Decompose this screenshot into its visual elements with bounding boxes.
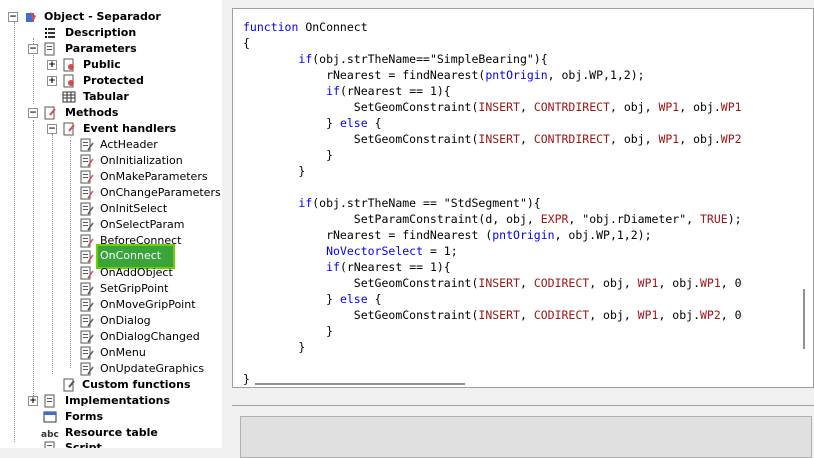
event-script-icon [80, 314, 94, 328]
event-script-icon [80, 186, 94, 200]
event-script-icon [80, 266, 94, 280]
implementations-icon [44, 394, 55, 408]
code-line: SetGeomConstraint(INSERT, CONTRDIRECT, o… [243, 100, 742, 114]
custom-functions-icon [63, 378, 75, 392]
event-script-icon [80, 234, 94, 248]
code-line: } [243, 340, 306, 354]
code-line: SetGeomConstraint(INSERT, CODIRECT, obj,… [243, 276, 742, 290]
code-line: rNearest = findNearest (pntOrigin, obj.W… [243, 228, 652, 242]
event-handlers-icon [63, 122, 75, 136]
parameters-icon [44, 42, 55, 56]
event-script-icon [80, 154, 94, 168]
code-line: } [243, 148, 334, 162]
code-line: SetGeomConstraint(INSERT, CONTRDIRECT, o… [243, 132, 742, 146]
event-script-icon [80, 170, 94, 184]
code-line: if(rNearest == 1){ [326, 84, 451, 98]
bottom-panel [232, 405, 814, 458]
event-script-icon [80, 330, 94, 344]
code-line: } else { [243, 292, 382, 306]
vertical-splitter[interactable] [222, 0, 232, 448]
protected-icon [63, 74, 74, 88]
code-line: if(obj.strTheName == "StdSegment"){ [298, 196, 541, 210]
script-icon [44, 441, 55, 448]
event-script-icon [80, 346, 94, 360]
forms-icon [43, 411, 57, 423]
methods-icon [44, 106, 56, 120]
expand-toggle[interactable]: + [47, 76, 57, 86]
collapse-toggle[interactable]: − [28, 108, 38, 118]
expand-toggle[interactable]: + [28, 396, 38, 406]
event-script-icon [80, 362, 94, 376]
vertical-scrollbar[interactable] [803, 289, 805, 349]
code-line: if(rNearest == 1){ [326, 260, 451, 274]
code-editor[interactable]: function OnConnect { if(obj.strTheName=="… [232, 8, 814, 388]
event-script-icon [80, 282, 94, 296]
code-line: rNearest = findNearest(pntOrigin, obj.WP… [243, 68, 645, 82]
svg-text:abc: abc [41, 430, 59, 440]
abc-icon: abc [41, 430, 59, 440]
code-line: function OnConnect [243, 20, 368, 34]
collapse-toggle[interactable]: − [28, 44, 38, 54]
event-script-icon [80, 202, 94, 216]
event-script-icon [80, 218, 94, 232]
code-text[interactable]: function OnConnect { if(obj.strTheName=="… [243, 19, 742, 387]
event-script-icon [80, 138, 94, 152]
code-line: SetParamConstraint(d, obj, EXPR, "obj.rD… [243, 212, 742, 226]
selected-tree-label: OnConnect [95, 244, 176, 269]
list-icon [45, 28, 55, 38]
object-icon [26, 12, 36, 22]
event-script-icon [80, 298, 94, 312]
horizontal-scrollbar[interactable] [243, 381, 798, 387]
collapse-toggle[interactable]: − [47, 124, 57, 134]
output-area[interactable] [240, 416, 812, 458]
collapse-toggle[interactable]: − [8, 12, 18, 22]
event-script-icon [80, 250, 94, 264]
object-tree[interactable]: − Object - Separador Description − Param… [0, 0, 223, 448]
code-line: NoVectorSelect = 1; [326, 244, 458, 258]
code-line: } else { [243, 116, 382, 130]
public-icon [63, 58, 74, 72]
table-icon [62, 91, 76, 103]
expand-toggle[interactable]: + [47, 60, 57, 70]
code-line: if(obj.strTheName=="SimpleBearing"){ [298, 52, 548, 66]
code-line: SetGeomConstraint(INSERT, CODIRECT, obj,… [243, 308, 742, 322]
code-line: } [243, 324, 334, 338]
code-line: { [243, 36, 250, 50]
code-line: } [243, 164, 306, 178]
scroll-thumb[interactable] [255, 383, 465, 385]
